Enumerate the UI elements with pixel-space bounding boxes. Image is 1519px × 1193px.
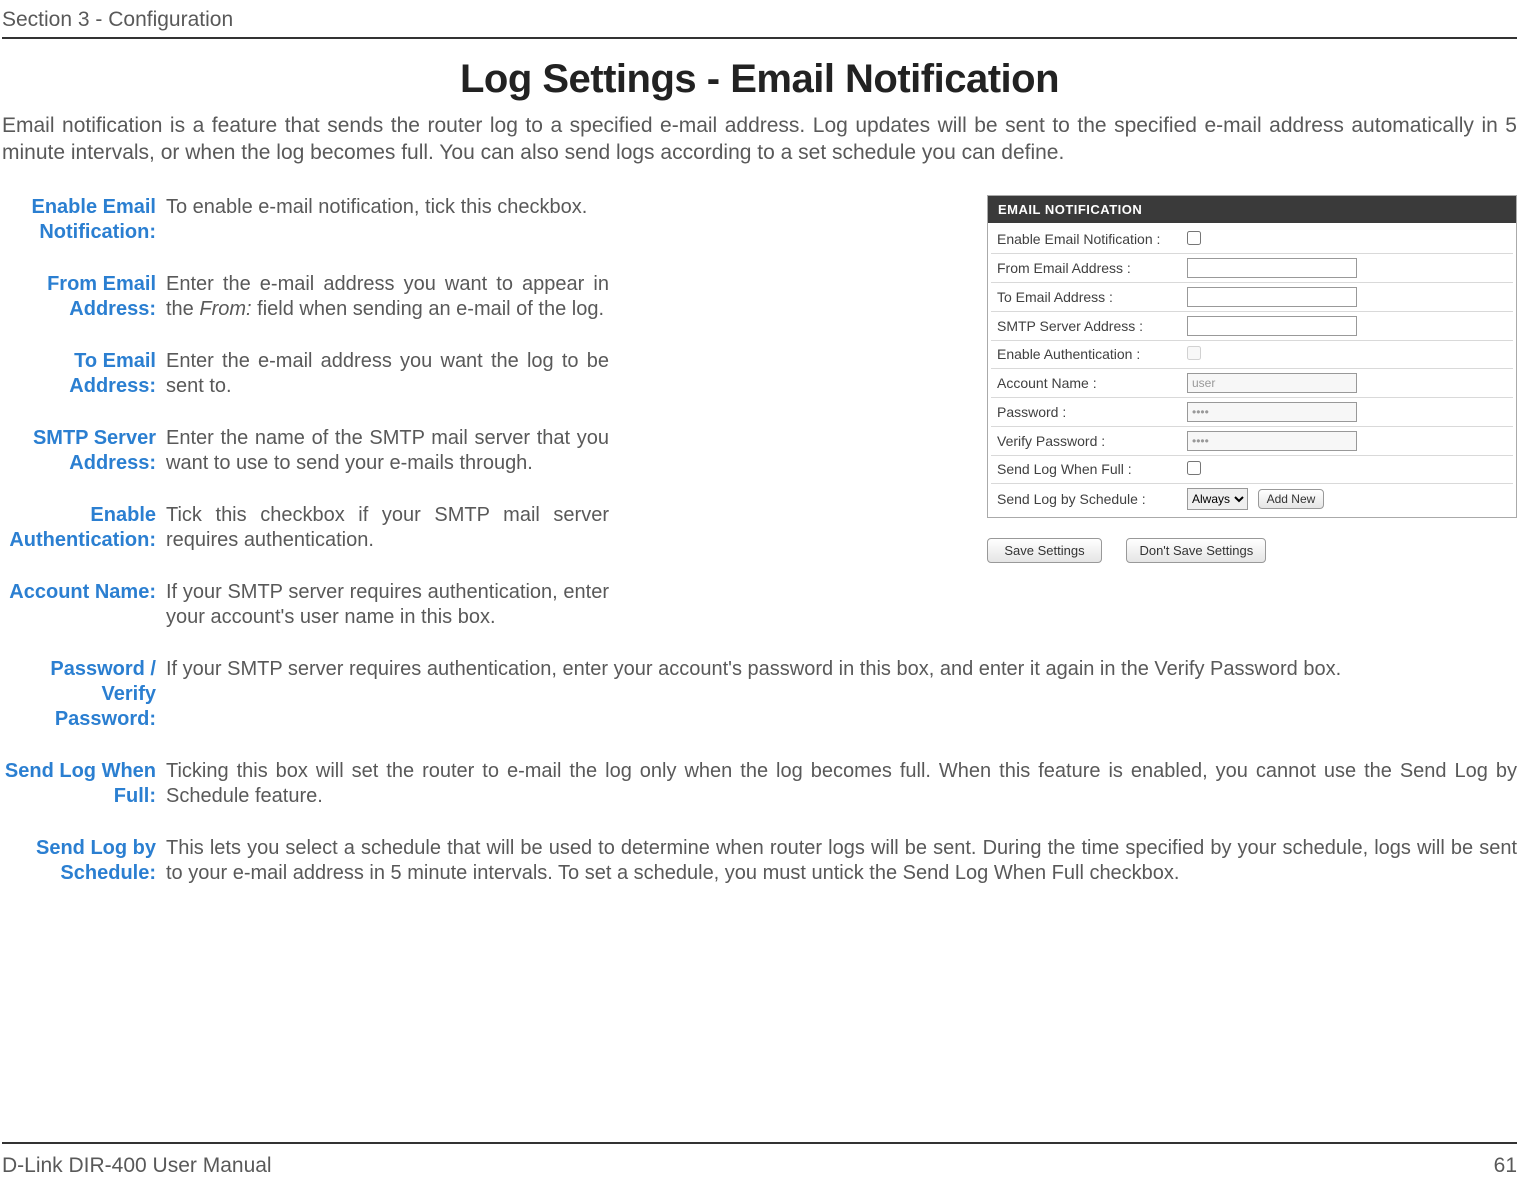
def-value-enable-auth: Tick this checkbox if your SMTP mail ser… [162,503,609,553]
def-label-account: Account Name: [2,580,162,630]
def-value-from-email: Enter the e-mail address you want to app… [162,272,609,322]
def-label-enable-email: Enable Email Notification: [2,195,162,245]
def-label-password: Password / Verify Password: [2,657,162,732]
input-account[interactable] [1187,373,1357,393]
field-label-to-email: To Email Address : [997,289,1187,305]
field-label-sendfull: Send Log When Full : [997,461,1187,477]
section-header: Section 3 - Configuration [2,0,1517,39]
footer-page-number: 61 [1494,1154,1517,1178]
def-value-account: If your SMTP server requires authenticat… [162,580,609,630]
def-label-from-email: From Email Address: [2,272,162,322]
input-to-email[interactable] [1187,287,1357,307]
select-schedule[interactable]: Always [1187,488,1248,510]
checkbox-send-full[interactable] [1187,461,1201,475]
def-label-enable-auth: Enable Authentication: [2,503,162,553]
input-from-email[interactable] [1187,258,1357,278]
field-label-enable-auth: Enable Authentication : [997,346,1187,362]
from-post: field when sending an e-mail of the log. [252,298,604,320]
def-label-sendfull: Send Log When Full: [2,759,162,809]
field-label-smtp: SMTP Server Address : [997,318,1187,334]
checkbox-enable-email[interactable] [1187,231,1201,245]
field-label-verify: Verify Password : [997,433,1187,449]
panel-title: EMAIL NOTIFICATION [988,196,1516,223]
input-smtp[interactable] [1187,316,1357,336]
def-label-sendsched: Send Log by Schedule: [2,836,162,886]
input-password[interactable] [1187,402,1357,422]
def-value-enable-email: To enable e-mail notification, tick this… [162,195,609,245]
field-label-sendsched: Send Log by Schedule : [997,491,1187,507]
field-label-from-email: From Email Address : [997,260,1187,276]
input-verify-password[interactable] [1187,431,1357,451]
field-label-enable-email: Enable Email Notification : [997,231,1187,247]
def-value-sendfull: Ticking this box will set the router to … [162,759,1517,809]
def-value-smtp: Enter the name of the SMTP mail server t… [162,426,609,476]
save-settings-button[interactable]: Save Settings [987,538,1102,563]
config-screenshot: EMAIL NOTIFICATION Enable Email Notifica… [987,195,1517,657]
def-value-password: If your SMTP server requires authenticat… [162,657,1517,732]
checkbox-enable-auth[interactable] [1187,346,1201,360]
add-new-button[interactable]: Add New [1258,489,1325,509]
field-label-password: Password : [997,404,1187,420]
def-label-smtp: SMTP Server Address: [2,426,162,476]
page-title: Log Settings - Email Notification [0,57,1519,102]
def-value-to-email: Enter the e-mail address you want the lo… [162,349,609,399]
dont-save-settings-button[interactable]: Don't Save Settings [1126,538,1266,563]
field-label-account: Account Name : [997,375,1187,391]
from-em: From: [199,298,251,320]
def-value-sendsched: This lets you select a schedule that wil… [162,836,1517,886]
intro-paragraph: Email notification is a feature that sen… [2,112,1517,167]
footer-manual-name: D-Link DIR-400 User Manual [2,1154,272,1178]
def-label-to-email: To Email Address: [2,349,162,399]
